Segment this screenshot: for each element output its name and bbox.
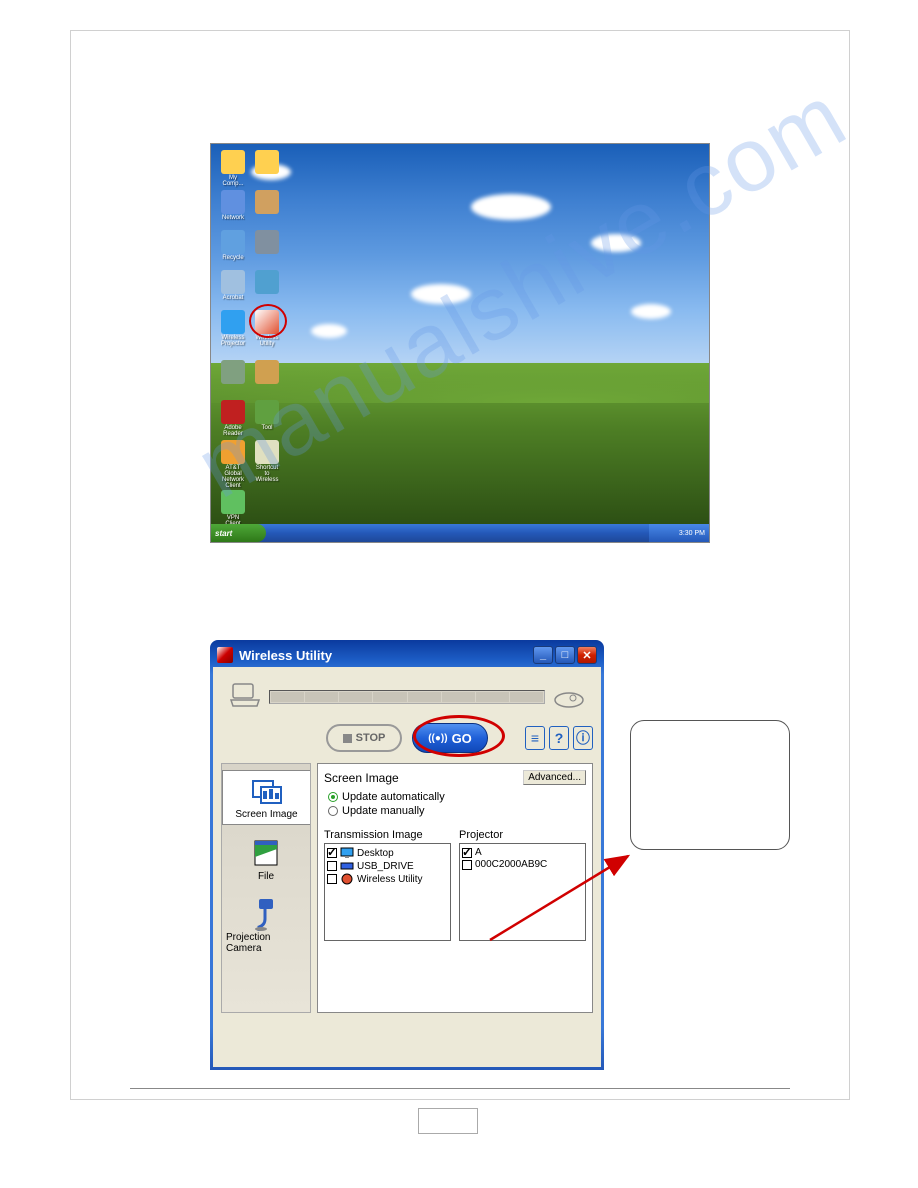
taskbar: start 3:30 PM (211, 524, 709, 542)
window-title: Wireless Utility (239, 648, 533, 663)
help-icon-button[interactable]: ? (549, 726, 569, 750)
stop-label: STOP (356, 732, 386, 744)
desktop-screenshot: My Comp... Network Recycle Acrobat Wirel… (210, 143, 710, 543)
radio-icon (328, 806, 338, 816)
icon-label: Wireless Projector (219, 335, 247, 347)
stop-button[interactable]: STOP (326, 724, 402, 752)
laptop-icon (227, 682, 263, 712)
desktop-icon-wireless-utility[interactable]: Wireless Utility (253, 310, 281, 347)
icon-label: Wireless Utility (253, 335, 281, 347)
icon-label: Recycle (219, 255, 247, 261)
maximize-button[interactable]: □ (555, 646, 575, 664)
hill (211, 363, 709, 524)
item-label: A (475, 847, 482, 858)
proj-heading: Projector (459, 829, 586, 841)
projector-icon (551, 682, 587, 712)
progress-bar (269, 690, 545, 704)
dialog-screenshot: Wireless Utility _ □ ✕ (210, 640, 604, 1070)
go-button[interactable]: ((●)) GO (412, 723, 488, 753)
divider (130, 1088, 790, 1089)
list-item[interactable]: Desktop (327, 847, 448, 859)
client-area: STOP ((●)) GO ≡ ? ⓘ (213, 667, 601, 1067)
list-item[interactable]: USB_DRIVE (327, 860, 448, 872)
checkbox-icon[interactable] (462, 860, 472, 870)
minimize-button[interactable]: _ (533, 646, 553, 664)
file-icon (251, 839, 281, 867)
radio-label: Update manually (342, 805, 425, 817)
checkbox-icon[interactable] (327, 848, 337, 858)
panel: Screen Image Advanced... Update automati… (317, 763, 593, 1013)
callout-box (630, 720, 790, 850)
checkbox-icon[interactable] (462, 848, 472, 858)
page-number-box (418, 1108, 478, 1134)
titlebar: Wireless Utility _ □ ✕ (213, 643, 601, 667)
radio-update-auto[interactable]: Update automatically (328, 791, 586, 803)
item-label: 000C2000AB9C (475, 859, 547, 870)
window-frame: Wireless Utility _ □ ✕ (210, 640, 604, 1070)
tab-label: File (258, 871, 274, 882)
tab-file[interactable]: File (244, 833, 288, 886)
radio-icon (328, 792, 338, 802)
icon-label: Acrobat (219, 295, 247, 301)
trans-heading: Transmission Image (324, 829, 451, 841)
item-label: Desktop (357, 848, 394, 859)
screen-image-icon (249, 775, 285, 807)
antenna-icon: ((●)) (428, 733, 447, 744)
transmission-list[interactable]: Desktop USB_DRIVE Wireless Utility (324, 843, 451, 941)
list-icon-button[interactable]: ≡ (525, 726, 545, 750)
icon-label: My Comp... (219, 175, 247, 187)
go-label: GO (452, 731, 472, 746)
close-button[interactable]: ✕ (577, 646, 597, 664)
app-icon (217, 647, 233, 663)
icon-label: Adobe Reader (219, 425, 247, 437)
camera-icon (251, 897, 281, 931)
desktop-icon (340, 847, 354, 859)
start-button[interactable]: start (211, 524, 266, 542)
cloud-icon (311, 324, 347, 338)
utility-icon (340, 873, 354, 885)
checkbox-icon[interactable] (327, 861, 337, 871)
cloud-icon (631, 304, 671, 319)
cloud-icon (411, 284, 471, 304)
tab-bar: Screen Image File (221, 763, 311, 1013)
item-label: USB_DRIVE (357, 861, 414, 872)
checkbox-icon[interactable] (327, 874, 337, 884)
list-item[interactable]: 000C2000AB9C (462, 859, 583, 870)
tab-screen-image[interactable]: Screen Image (222, 770, 310, 825)
advanced-button[interactable]: Advanced... (523, 770, 586, 785)
system-tray: 3:30 PM (649, 524, 709, 542)
tab-label: Screen Image (235, 809, 297, 820)
tab-projection-camera[interactable]: Projection Camera (222, 894, 310, 958)
tab-label: Projection Camera (226, 932, 306, 954)
list-item[interactable]: A (462, 847, 583, 858)
radio-label: Update automatically (342, 791, 445, 803)
icon-label: Network (219, 215, 247, 221)
list-item[interactable]: Wireless Utility (327, 873, 448, 885)
cloud-icon (471, 194, 551, 220)
sky (211, 144, 709, 367)
item-label: Wireless Utility (357, 874, 423, 885)
panel-heading: Screen Image (324, 771, 399, 785)
projector-list[interactable]: A 000C2000AB9C (459, 843, 586, 941)
icon-label: Tool (253, 425, 281, 431)
radio-update-manual[interactable]: Update manually (328, 805, 586, 817)
icon-label: Shortcut to Wireless (253, 465, 281, 483)
stop-icon (343, 734, 352, 743)
cloud-icon (591, 234, 641, 252)
drive-icon (340, 860, 354, 872)
icon-label: AT&T Global Network Client (219, 465, 247, 489)
info-icon-button[interactable]: ⓘ (573, 726, 593, 750)
